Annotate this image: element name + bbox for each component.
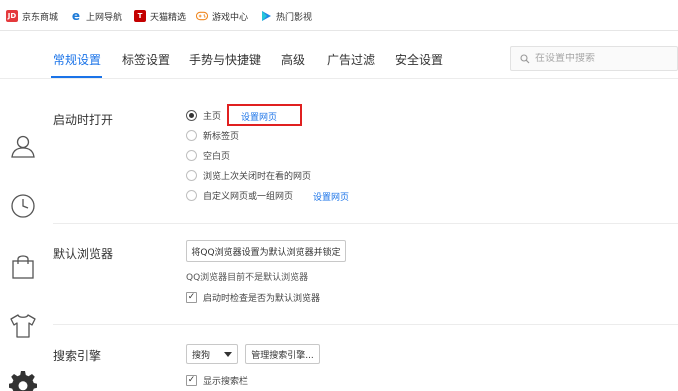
option-label: 自定义网页或一组网页 <box>203 192 294 202</box>
bookmark-tmall[interactable]: T 天猫精选 <box>134 9 186 23</box>
search-input[interactable] <box>535 53 675 64</box>
play-icon <box>260 10 272 22</box>
bookmark-label: 热门影视 <box>276 12 313 23</box>
startup-option-blank[interactable]: 空白页 <box>186 149 230 162</box>
search-engine-select[interactable]: 搜狗 <box>186 344 238 364</box>
show-search-bar-option[interactable]: ✓ 显示搜索栏 <box>186 374 248 387</box>
manage-search-engines-button[interactable]: 管理搜索引擎... <box>245 344 320 364</box>
bookmark-jd[interactable]: JD 京东商城 <box>6 9 58 23</box>
startup-option-custom[interactable]: 自定义网页或一组网页 <box>186 189 293 202</box>
gamepad-icon <box>196 10 208 22</box>
checkbox[interactable]: ✓ <box>186 375 197 386</box>
option-label: 浏览上次关闭时在看的网页 <box>203 172 312 182</box>
tab-advanced[interactable]: 高级 <box>281 51 305 68</box>
bookmark-video[interactable]: 热门影视 <box>260 9 312 23</box>
tab-gestures[interactable]: 手势与快捷键 <box>189 51 261 68</box>
checkbox-label: 启动时检查是否为默认浏览器 <box>203 294 321 304</box>
radio-button[interactable] <box>186 190 197 201</box>
select-value: 搜狗 <box>192 350 211 361</box>
section-divider <box>53 223 678 224</box>
tab-adblock[interactable]: 广告过滤 <box>327 51 375 68</box>
option-label: 空白页 <box>203 152 231 162</box>
radio-button[interactable] <box>186 110 197 121</box>
jd-icon: JD <box>6 10 18 22</box>
radio-button[interactable] <box>186 150 197 161</box>
bookmark-label: 京东商城 <box>22 12 59 23</box>
option-label: 新标签页 <box>203 132 240 142</box>
check-default-option[interactable]: ✓ 启动时检查是否为默认浏览器 <box>186 291 320 304</box>
shirt-icon[interactable] <box>9 312 37 340</box>
option-label: 主页 <box>203 112 222 122</box>
search-icon <box>520 53 530 63</box>
tab-divider <box>0 78 678 79</box>
default-browser-section-title: 默认浏览器 <box>53 247 114 261</box>
tab-tabs[interactable]: 标签设置 <box>122 51 170 68</box>
radio-button[interactable] <box>186 130 197 141</box>
section-divider <box>53 324 678 325</box>
checkbox[interactable]: ✓ <box>186 292 197 303</box>
clock-icon[interactable] <box>9 192 37 220</box>
custom-set-link[interactable]: 设置网页 <box>313 190 349 203</box>
bookmark-label: 天猫精选 <box>150 12 187 23</box>
gear-icon[interactable] <box>9 370 37 391</box>
bookmark-label: 游戏中心 <box>212 12 249 23</box>
tab-security[interactable]: 安全设置 <box>395 51 443 68</box>
checkbox-label: 显示搜索栏 <box>203 377 249 387</box>
bookmarks-bar: JD 京东商城 e 上网导航 T 天猫精选 游戏中心 热门影视 <box>0 0 678 31</box>
search-engine-section-title: 搜索引擎 <box>53 349 102 363</box>
startup-option-newtab[interactable]: 新标签页 <box>186 129 239 142</box>
chevron-down-icon <box>224 352 232 357</box>
default-browser-status: QQ浏览器目前不是默认浏览器 <box>186 273 309 283</box>
tmall-icon: T <box>134 10 146 22</box>
startup-section-title: 启动时打开 <box>53 113 114 127</box>
bookmark-games[interactable]: 游戏中心 <box>196 9 248 23</box>
tab-general[interactable]: 常规设置 <box>53 51 101 68</box>
settings-page: JD 京东商城 e 上网导航 T 天猫精选 游戏中心 热门影视 常规设置 标签设… <box>0 0 678 391</box>
radio-button[interactable] <box>186 170 197 181</box>
bookmark-nav[interactable]: e 上网导航 <box>70 9 122 23</box>
bag-icon[interactable] <box>9 252 37 280</box>
highlight-box <box>227 104 302 126</box>
settings-search[interactable] <box>510 46 678 71</box>
user-icon[interactable] <box>9 132 37 160</box>
bookmark-label: 上网导航 <box>86 12 123 23</box>
ie-icon: e <box>71 9 81 23</box>
set-default-browser-button[interactable]: 将QQ浏览器设置为默认浏览器并锁定 <box>186 240 346 262</box>
startup-option-restore[interactable]: 浏览上次关闭时在看的网页 <box>186 169 311 182</box>
startup-option-homepage[interactable]: 主页 <box>186 109 221 122</box>
